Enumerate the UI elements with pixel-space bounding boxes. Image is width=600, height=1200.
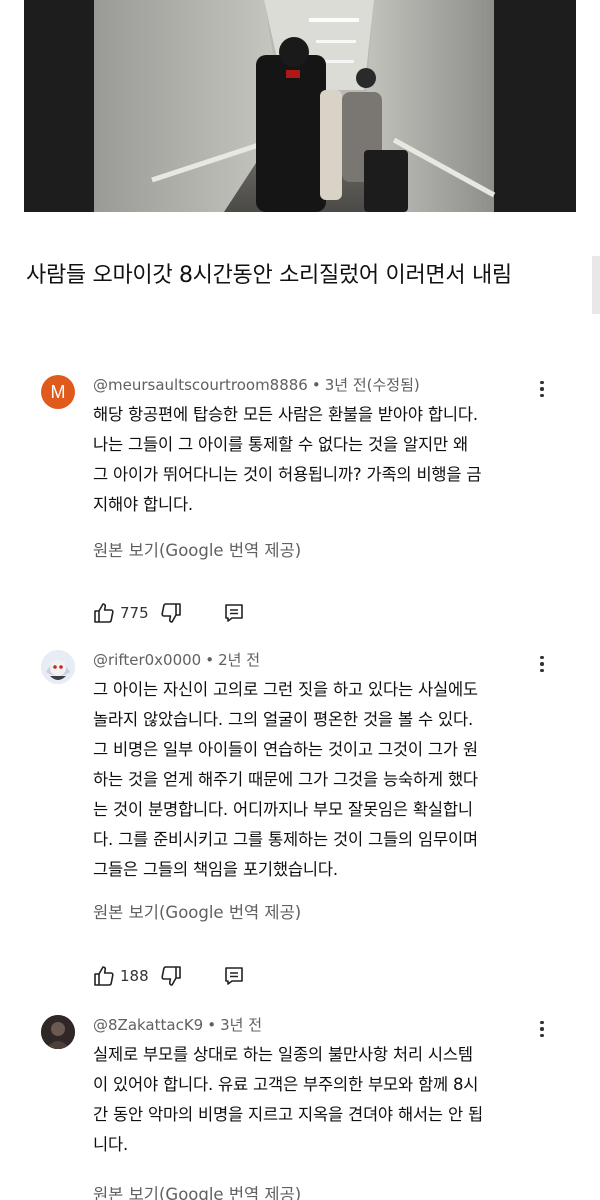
comment-meta: @meursaultscourtroom8886 • 3년 전(수정됨): [93, 376, 420, 394]
video-thumbnail[interactable]: [24, 0, 576, 212]
avatar-image: [41, 1015, 75, 1049]
more-options-icon[interactable]: [534, 377, 550, 401]
comment-time: 3년 전: [220, 1016, 262, 1034]
thumbs-up-icon[interactable]: [92, 601, 116, 625]
comment-actions: 775: [92, 599, 245, 627]
comment-actions: 188: [92, 962, 245, 990]
more-options-icon[interactable]: [534, 1017, 550, 1041]
thumbs-up-icon[interactable]: [92, 964, 116, 988]
scroll-indicator: [592, 256, 600, 314]
reply-icon[interactable]: [223, 602, 245, 624]
comment-username[interactable]: @8ZakattacK9: [93, 1016, 203, 1034]
comment-username[interactable]: @meursaultscourtroom8886: [93, 376, 308, 394]
see-original-link[interactable]: 원본 보기(Google 번역 제공): [93, 537, 301, 561]
avatar-image: [41, 650, 75, 684]
see-original-link[interactable]: 원본 보기(Google 번역 제공): [93, 899, 301, 923]
comment-meta: @8ZakattacK9 • 3년 전: [93, 1016, 262, 1034]
video-frame-image: [24, 0, 576, 212]
avatar[interactable]: [41, 650, 75, 684]
thumbs-down-icon[interactable]: [159, 601, 183, 625]
video-caption: 사람들 오마이갓 8시간동안 소리질렀어 이러면서 내림: [26, 263, 512, 288]
comment-text: 그 아이는 자신이 고의로 그런 짓을 하고 있다는 사실에도 놀라지 않았습니…: [93, 680, 478, 879]
see-original-link[interactable]: 원본 보기(Google 번역 제공): [93, 1181, 301, 1200]
avatar[interactable]: M: [41, 375, 75, 409]
comment-time: 2년 전: [218, 651, 261, 669]
like-count: 188: [120, 967, 149, 985]
avatar[interactable]: [41, 1015, 75, 1049]
comment-meta: @rifter0x0000 • 2년 전: [93, 651, 261, 669]
reply-icon[interactable]: [223, 965, 245, 987]
avatar-letter: M: [50, 381, 66, 402]
more-options-icon[interactable]: [534, 652, 550, 676]
comment-time: 3년 전(수정됨): [324, 376, 420, 394]
thumbs-down-icon[interactable]: [159, 964, 183, 988]
comment-text: 해당 항공편에 탑승한 모든 사람은 환불을 받아야 합니다. 나는 그들이 그…: [93, 405, 482, 514]
comment-text: 실제로 부모를 상대로 하는 일종의 불만사항 처리 시스템 이 있어야 합니다…: [93, 1045, 483, 1154]
like-count: 775: [120, 604, 149, 622]
comment-username[interactable]: @rifter0x0000: [93, 651, 201, 669]
